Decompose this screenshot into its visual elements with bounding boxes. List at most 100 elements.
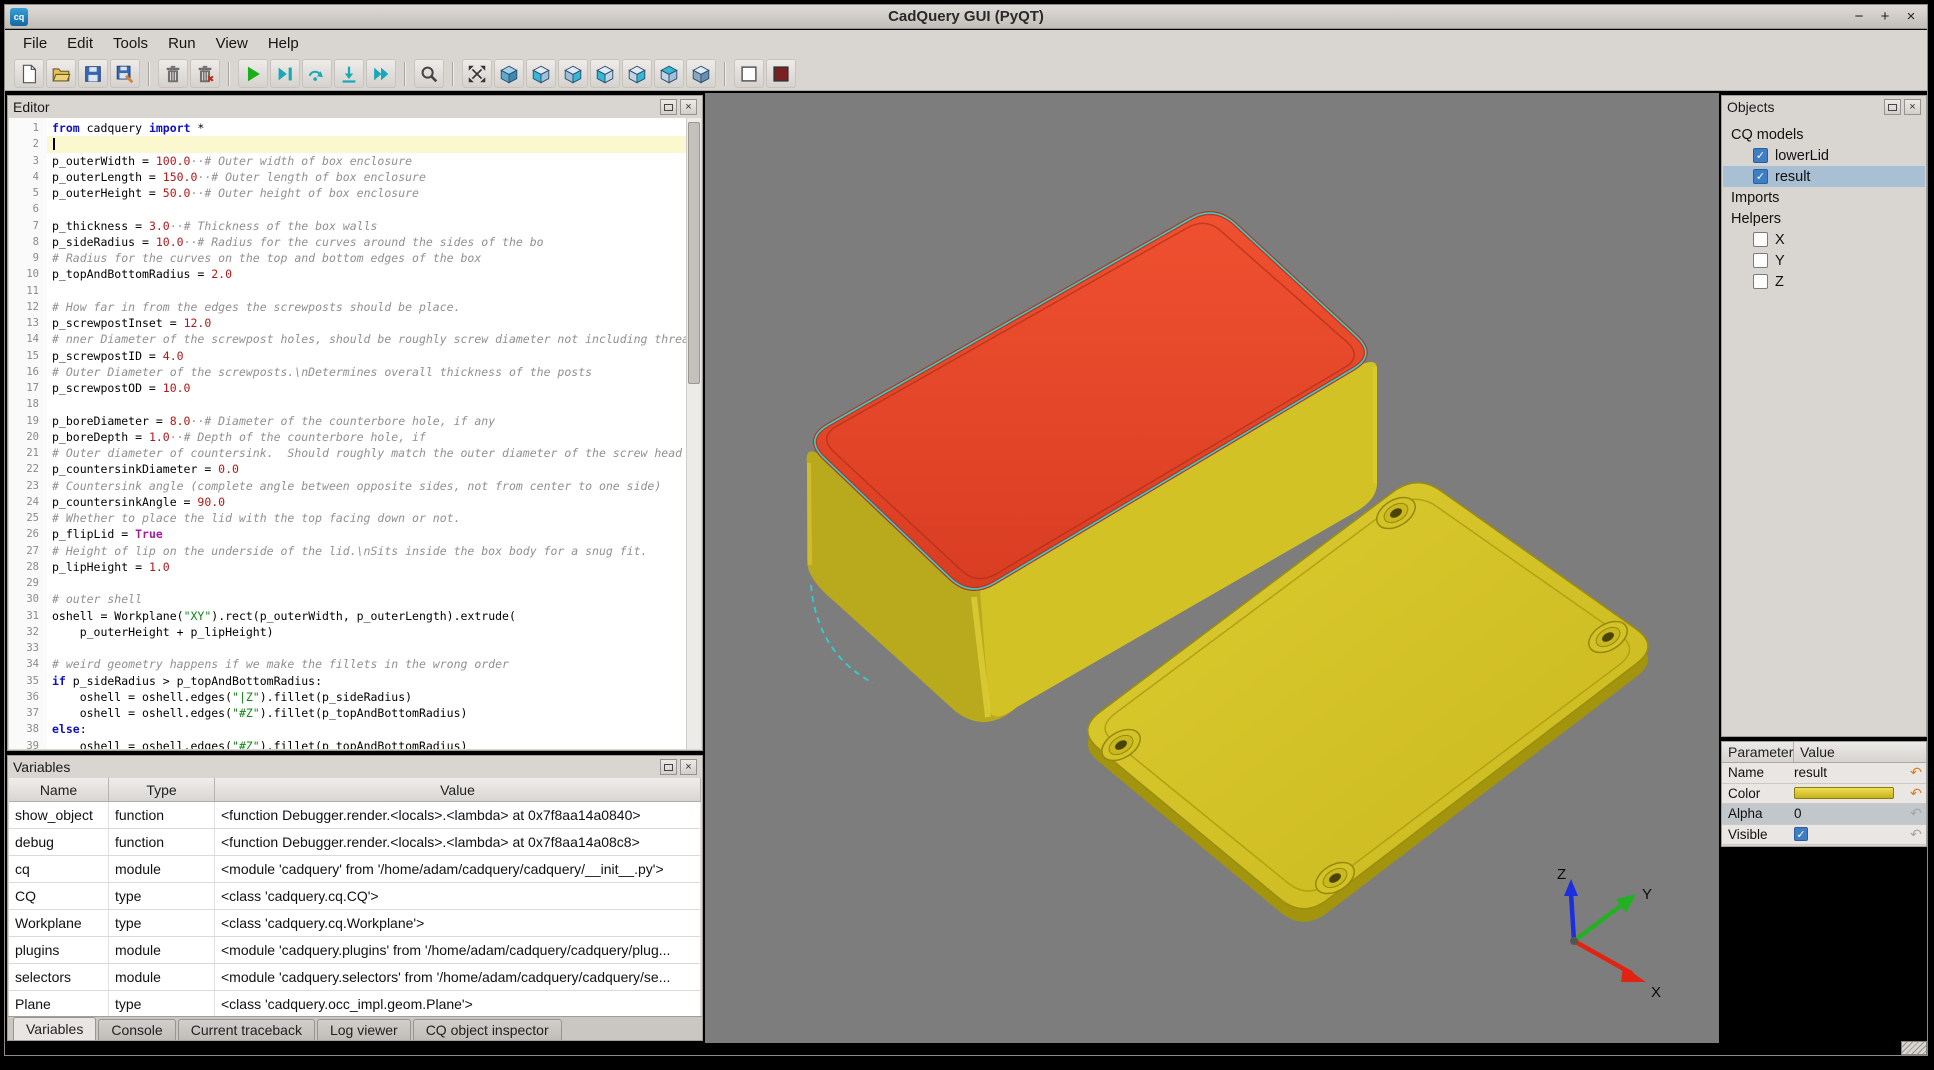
code-line-16[interactable]: # Outer Diameter of the screwposts.\nDet… bbox=[47, 364, 686, 380]
code-line-32[interactable]: p_outerHeight + p_lipHeight) bbox=[47, 624, 686, 640]
table-row[interactable]: selectorsmodule<module 'cadquery.selecto… bbox=[9, 964, 701, 991]
toolbar-step-into-button[interactable] bbox=[334, 59, 364, 88]
code-line-23[interactable]: # Countersink angle (complete angle betw… bbox=[47, 478, 686, 494]
toolbar-render-button[interactable] bbox=[238, 59, 268, 88]
parameter-value[interactable]: result bbox=[1794, 765, 1906, 780]
parameter-value[interactable] bbox=[1794, 827, 1906, 841]
toolbar-debug-button[interactable] bbox=[270, 59, 300, 88]
code-line-4[interactable]: p_outerLength = 150.0··# Outer length of… bbox=[47, 169, 686, 185]
menu-run[interactable]: Run bbox=[158, 32, 206, 55]
tree-item-z[interactable]: Z bbox=[1723, 271, 1925, 292]
variables-close-button[interactable]: × bbox=[680, 759, 697, 775]
code-line-17[interactable]: p_screwpostOD = 10.0 bbox=[47, 380, 686, 396]
code-line-3[interactable]: p_outerWidth = 100.0··# Outer width of b… bbox=[47, 153, 686, 169]
tree-item-y[interactable]: Y bbox=[1723, 250, 1925, 271]
resize-grip[interactable] bbox=[1901, 1041, 1927, 1055]
editor-scrollbar[interactable] bbox=[686, 118, 701, 749]
table-row[interactable]: Planetype<class 'cadquery.occ_impl.geom.… bbox=[9, 991, 701, 1016]
toolbar-view-left-button[interactable] bbox=[590, 59, 620, 88]
toolbar-zoom-button[interactable] bbox=[414, 59, 444, 88]
editor-close-button[interactable]: × bbox=[680, 99, 697, 115]
code-line-9[interactable]: # Radius for the curves on the top and b… bbox=[47, 250, 686, 266]
viewport-3d[interactable]: Z Y X bbox=[705, 93, 1719, 1043]
visible-checkbox[interactable] bbox=[1794, 827, 1808, 841]
variables-column-value[interactable]: Value bbox=[215, 778, 701, 801]
code-line-12[interactable]: # How far in from the edges the screwpos… bbox=[47, 299, 686, 315]
tab-cq-object-inspector[interactable]: CQ object inspector bbox=[413, 1019, 562, 1040]
menu-file[interactable]: File bbox=[13, 32, 57, 55]
table-row[interactable]: Workplanetype<class 'cadquery.cq.Workpla… bbox=[9, 910, 701, 937]
visibility-checkbox[interactable] bbox=[1753, 169, 1768, 184]
parameter-value[interactable] bbox=[1794, 787, 1906, 799]
variables-column-name[interactable]: Name bbox=[9, 778, 109, 801]
code-area[interactable]: from cadquery import *p_outerWidth = 100… bbox=[47, 118, 686, 749]
toolbar-step-over-button[interactable] bbox=[302, 59, 332, 88]
parameter-row-name[interactable]: Nameresult↶ bbox=[1722, 763, 1926, 784]
toolbar-view-back-button[interactable] bbox=[558, 59, 588, 88]
tab-variables[interactable]: Variables bbox=[13, 1017, 96, 1040]
code-line-13[interactable]: p_screwpostInset = 12.0 bbox=[47, 315, 686, 331]
code-line-22[interactable]: p_countersinkDiameter = 0.0 bbox=[47, 461, 686, 477]
tab-log-viewer[interactable]: Log viewer bbox=[317, 1019, 411, 1040]
code-line-39[interactable]: oshell = oshell.edges("#Z").fillet(p_top… bbox=[47, 738, 686, 750]
toolbar-new-file-button[interactable] bbox=[14, 59, 44, 88]
visibility-checkbox[interactable] bbox=[1753, 274, 1768, 289]
visibility-checkbox[interactable] bbox=[1753, 232, 1768, 247]
code-line-27[interactable]: # Height of lip on the underside of the … bbox=[47, 543, 686, 559]
code-line-30[interactable]: # outer shell bbox=[47, 591, 686, 607]
visibility-checkbox[interactable] bbox=[1753, 148, 1768, 163]
toolbar-delete-all-button[interactable] bbox=[190, 59, 220, 88]
code-line-18[interactable] bbox=[47, 396, 686, 412]
toolbar-continue-button[interactable] bbox=[366, 59, 396, 88]
code-line-31[interactable]: oshell = Workplane("XY").rect(p_outerWid… bbox=[47, 608, 686, 624]
table-row[interactable]: debugfunction<function Debugger.render.<… bbox=[9, 829, 701, 856]
parameter-row-visible[interactable]: Visible↶ bbox=[1722, 825, 1926, 846]
code-line-11[interactable] bbox=[47, 283, 686, 299]
code-line-37[interactable]: oshell = oshell.edges("#Z").fillet(p_top… bbox=[47, 705, 686, 721]
toolbar-delete-object-button[interactable] bbox=[158, 59, 188, 88]
toolbar-fit-all-button[interactable] bbox=[462, 59, 492, 88]
menu-edit[interactable]: Edit bbox=[57, 32, 103, 55]
parameter-value[interactable]: 0 bbox=[1794, 806, 1906, 821]
titlebar[interactable]: cq CadQuery GUI (PyQT) − + × bbox=[5, 5, 1927, 29]
maximize-button[interactable]: + bbox=[1877, 6, 1893, 28]
menu-tools[interactable]: Tools bbox=[103, 32, 158, 55]
tree-item-lowerlid[interactable]: lowerLid bbox=[1723, 145, 1925, 166]
tree-item-imports[interactable]: Imports bbox=[1723, 187, 1925, 208]
tree-item-result[interactable]: result bbox=[1723, 166, 1925, 187]
code-line-7[interactable]: p_thickness = 3.0··# Thickness of the bo… bbox=[47, 218, 686, 234]
table-row[interactable]: cqmodule<module 'cadquery' from '/home/a… bbox=[9, 856, 701, 883]
code-editor[interactable]: 1234567891011121314151617181920212223242… bbox=[9, 118, 701, 749]
undo-icon[interactable]: ↶ bbox=[1906, 764, 1926, 781]
editor-float-button[interactable] bbox=[660, 99, 677, 115]
code-line-14[interactable]: # nner Diameter of the screwpost holes, … bbox=[47, 331, 686, 347]
code-line-24[interactable]: p_countersinkAngle = 90.0 bbox=[47, 494, 686, 510]
toolbar-view-bottom-button[interactable] bbox=[686, 59, 716, 88]
code-line-19[interactable]: p_boreDiameter = 8.0··# Diameter of the … bbox=[47, 413, 686, 429]
toolbar-shaded-button[interactable] bbox=[766, 59, 796, 88]
toolbar-view-top-button[interactable] bbox=[654, 59, 684, 88]
toolbar-view-front-button[interactable] bbox=[526, 59, 556, 88]
toolbar-save-button[interactable] bbox=[78, 59, 108, 88]
menu-view[interactable]: View bbox=[206, 32, 258, 55]
table-row[interactable]: pluginsmodule<module 'cadquery.plugins' … bbox=[9, 937, 701, 964]
code-line-29[interactable] bbox=[47, 575, 686, 591]
undo-icon[interactable]: ↶ bbox=[1906, 805, 1926, 822]
tree-item-cq-models[interactable]: CQ models bbox=[1723, 124, 1925, 145]
code-line-28[interactable]: p_lipHeight = 1.0 bbox=[47, 559, 686, 575]
tree-item-helpers[interactable]: Helpers bbox=[1723, 208, 1925, 229]
code-line-5[interactable]: p_outerHeight = 50.0··# Outer height of … bbox=[47, 185, 686, 201]
tab-console[interactable]: Console bbox=[98, 1019, 175, 1040]
menu-help[interactable]: Help bbox=[258, 32, 309, 55]
objects-close-button[interactable]: × bbox=[1904, 99, 1921, 115]
parameter-row-alpha[interactable]: Alpha0↶ bbox=[1722, 804, 1926, 825]
editor-scrollbar-thumb[interactable] bbox=[688, 122, 700, 384]
minimize-button[interactable]: − bbox=[1851, 6, 1867, 28]
table-row[interactable]: show_objectfunction<function Debugger.re… bbox=[9, 802, 701, 829]
code-line-33[interactable] bbox=[47, 640, 686, 656]
code-line-6[interactable] bbox=[47, 201, 686, 217]
toolbar-open-folder-button[interactable] bbox=[46, 59, 76, 88]
undo-icon[interactable]: ↶ bbox=[1906, 785, 1926, 802]
toolbar-view-iso-button[interactable] bbox=[494, 59, 524, 88]
code-line-2[interactable] bbox=[47, 136, 686, 152]
